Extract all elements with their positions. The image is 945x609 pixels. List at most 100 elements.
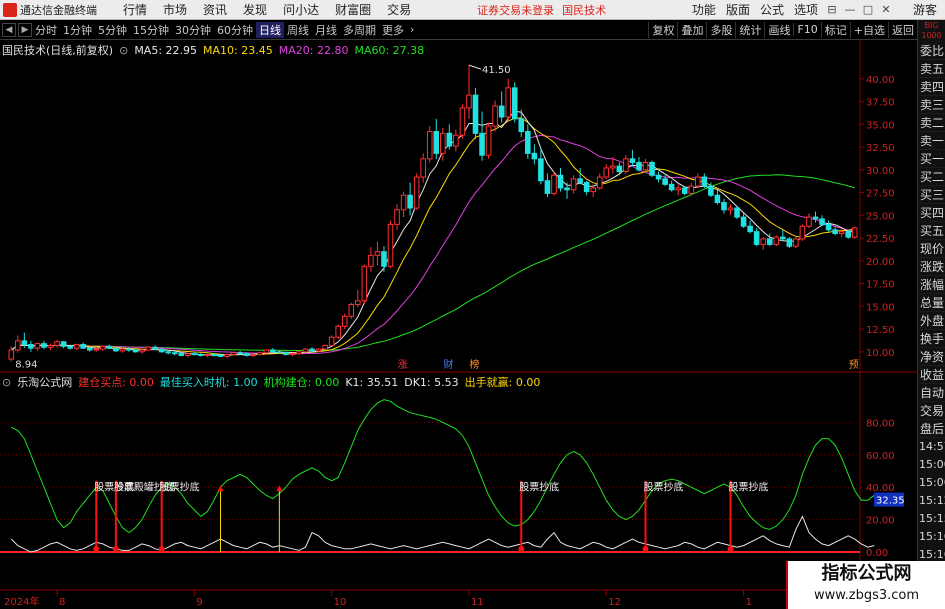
period-daily[interactable]: 日线 bbox=[256, 21, 284, 38]
minimize-icon[interactable]: — bbox=[844, 3, 856, 16]
side-item-net-assets[interactable]: 净资 bbox=[918, 348, 945, 366]
maximize-icon[interactable]: □ bbox=[862, 3, 874, 16]
time-axis-label: 9 bbox=[196, 597, 202, 608]
side-item-sell3[interactable]: 卖三 bbox=[918, 96, 945, 114]
signal-dot bbox=[727, 546, 734, 553]
candle-up bbox=[603, 167, 610, 178]
candle-down bbox=[283, 352, 289, 356]
side-item-buy3[interactable]: 买三 bbox=[918, 186, 945, 204]
price-tick-label: 22.50 bbox=[866, 234, 895, 245]
return-button[interactable]: 返回 bbox=[888, 21, 917, 38]
menu-caifuquan[interactable]: 财富圈 bbox=[327, 1, 379, 18]
side-section-auto[interactable]: 自动 bbox=[918, 384, 945, 402]
candle-down bbox=[106, 345, 113, 349]
candle-up bbox=[394, 209, 400, 225]
period-5min[interactable]: 5分钟 bbox=[95, 22, 130, 38]
ind-dk1-label: DK1: 5.53 bbox=[404, 375, 459, 389]
nav-forward-icon[interactable]: ▶ bbox=[18, 22, 32, 37]
candle-down bbox=[662, 178, 668, 185]
signal-label: 股票抄底 bbox=[644, 481, 684, 494]
menu-zixun[interactable]: 资讯 bbox=[195, 1, 235, 18]
menu-jiaoyi[interactable]: 交易 bbox=[379, 1, 419, 18]
kline-chart-area[interactable]: 40.00 37.50 35.00 32.50 30.00 27.50 25.00 22.50… bbox=[0, 40, 917, 609]
signal-dot bbox=[112, 546, 119, 553]
draw-line-button[interactable]: 画线 bbox=[764, 21, 793, 38]
guest-account-label[interactable]: 游客 bbox=[913, 1, 937, 18]
period-monthly[interactable]: 月线 bbox=[312, 22, 340, 38]
signal-dot bbox=[642, 546, 649, 553]
candle-down bbox=[564, 187, 570, 191]
chart-canvas[interactable]: 40.00 37.50 35.00 32.50 30.00 27.50 25.00 22.50… bbox=[0, 40, 917, 609]
f10-button[interactable]: F10 bbox=[793, 23, 820, 36]
main-chart-settings-icon[interactable]: ⊙ bbox=[119, 44, 128, 57]
menu-faxian[interactable]: 发现 bbox=[235, 1, 275, 18]
period-30min[interactable]: 30分钟 bbox=[172, 22, 214, 38]
menu-shichang[interactable]: 市场 bbox=[155, 1, 195, 18]
fuquan-button[interactable]: 复权 bbox=[648, 21, 677, 38]
menu-wenxiaoda[interactable]: 问小达 bbox=[275, 1, 327, 18]
menu-hangqing[interactable]: 行情 bbox=[115, 1, 155, 18]
indicator-settings-icon[interactable]: ⊙ bbox=[2, 376, 11, 389]
candle-up bbox=[328, 336, 335, 346]
side-item-sell4[interactable]: 卖四 bbox=[918, 78, 945, 96]
period-more[interactable]: 更多 bbox=[379, 22, 407, 38]
side-time-1: 15:00 bbox=[919, 458, 945, 471]
candle-down bbox=[681, 187, 688, 194]
candle-up bbox=[806, 216, 812, 227]
period-weekly[interactable]: 周线 bbox=[284, 22, 312, 38]
side-item-outer[interactable]: 外盘 bbox=[918, 312, 945, 330]
candle-down bbox=[636, 161, 642, 171]
time-axis-label: 2024年 bbox=[4, 595, 39, 608]
side-item-earnings[interactable]: 收益 bbox=[918, 366, 945, 384]
candle-up bbox=[322, 344, 328, 350]
side-section-afterhours[interactable]: 盘后 bbox=[918, 420, 945, 438]
period-fenshi[interactable]: 分时 bbox=[32, 22, 60, 38]
period-15min[interactable]: 15分钟 bbox=[130, 22, 172, 38]
side-item-buy5[interactable]: 买五 bbox=[918, 222, 945, 240]
close-icon[interactable]: ✕ bbox=[880, 3, 892, 16]
high-pointer bbox=[468, 64, 482, 70]
side-item-sell2[interactable]: 卖二 bbox=[918, 114, 945, 132]
side-item-turnover[interactable]: 换手 bbox=[918, 330, 945, 348]
add-watchlist-button[interactable]: +自选 bbox=[849, 21, 888, 38]
period-60min[interactable]: 60分钟 bbox=[214, 22, 256, 38]
indicator-title[interactable]: 乐淘公式网 bbox=[17, 374, 72, 390]
period-multi[interactable]: 多周期 bbox=[340, 22, 379, 38]
candle-up bbox=[355, 300, 361, 305]
period-1min[interactable]: 1分钟 bbox=[60, 22, 95, 38]
candle-up bbox=[799, 225, 806, 240]
candle-down bbox=[845, 231, 851, 238]
statistics-button[interactable]: 统计 bbox=[735, 21, 764, 38]
menu-xuanxiang[interactable]: 选项 bbox=[789, 1, 823, 18]
candle-up bbox=[623, 158, 629, 173]
menu-banmian[interactable]: 版面 bbox=[721, 1, 755, 18]
side-item-weibi[interactable]: 委比 bbox=[918, 42, 945, 60]
menu-gongshi[interactable]: 公式 bbox=[755, 1, 789, 18]
trade-login-status[interactable]: 证券交易未登录 bbox=[477, 2, 554, 18]
candle-down bbox=[243, 353, 250, 356]
nav-back-icon[interactable]: ◀ bbox=[2, 22, 16, 37]
side-item-sell1[interactable]: 卖一 bbox=[918, 132, 945, 150]
side-item-sell5[interactable]: 卖五 bbox=[918, 60, 945, 78]
candle-up bbox=[8, 349, 15, 360]
side-item-volume[interactable]: 总量 bbox=[918, 294, 945, 312]
ind-k1-label: K1: 35.51 bbox=[345, 375, 399, 389]
side-section-trade[interactable]: 交易 bbox=[918, 402, 945, 420]
overlay-button[interactable]: 叠加 bbox=[677, 21, 706, 38]
candle-up bbox=[793, 238, 799, 247]
side-item-buy4[interactable]: 买四 bbox=[918, 204, 945, 222]
main-chart-title[interactable]: 国民技术(日线,前复权) bbox=[2, 42, 113, 58]
ma5-label: MA5: 22.95 bbox=[134, 43, 198, 57]
multi-stock-button[interactable]: 多股 bbox=[706, 21, 735, 38]
side-item-buy1[interactable]: 买一 bbox=[918, 150, 945, 168]
candle-down bbox=[668, 183, 675, 191]
side-item-price[interactable]: 现价 bbox=[918, 240, 945, 258]
side-item-change-pct[interactable]: 涨幅 bbox=[918, 276, 945, 294]
mark-button[interactable]: 标记 bbox=[820, 21, 850, 38]
menubar-right: 功能 版面 公式 选项 ⊟ — □ ✕ 游客 bbox=[687, 1, 945, 18]
menu-gongneng[interactable]: 功能 bbox=[687, 1, 721, 18]
side-item-buy2[interactable]: 买二 bbox=[918, 168, 945, 186]
more-dropdown-icon[interactable]: › bbox=[407, 23, 417, 36]
side-item-change[interactable]: 涨跌 bbox=[918, 258, 945, 276]
restore-window-icon[interactable]: ⊟ bbox=[826, 3, 838, 16]
